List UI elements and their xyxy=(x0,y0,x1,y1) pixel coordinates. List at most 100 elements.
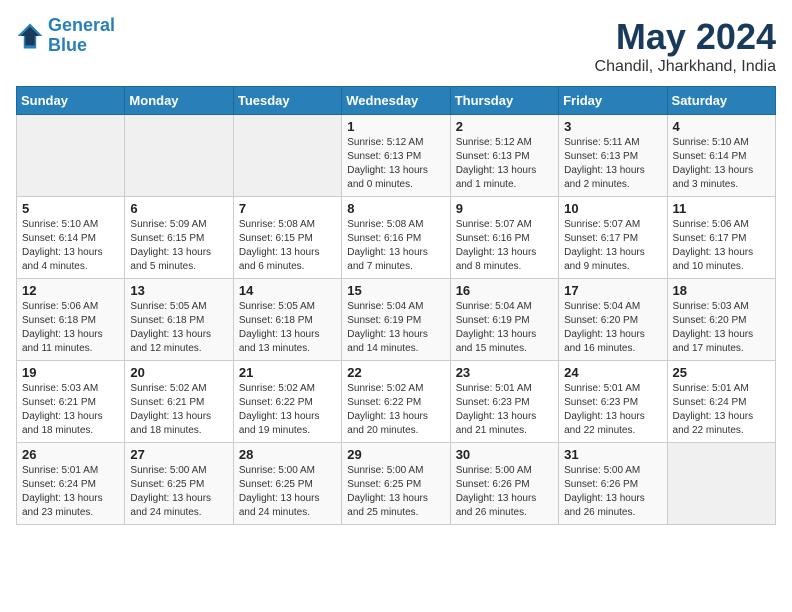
day-number: 22 xyxy=(347,365,444,380)
day-number: 25 xyxy=(673,365,770,380)
weekday-wednesday: Wednesday xyxy=(342,87,450,115)
day-cell: 20 Sunrise: 5:02 AM Sunset: 6:21 PM Dayli… xyxy=(125,361,233,443)
day-info: Sunrise: 5:04 AM Sunset: 6:20 PM Dayligh… xyxy=(564,300,661,356)
day-number: 14 xyxy=(239,283,336,298)
weekday-monday: Monday xyxy=(125,87,233,115)
day-info: Sunrise: 5:02 AM Sunset: 6:22 PM Dayligh… xyxy=(239,382,336,438)
weekday-thursday: Thursday xyxy=(450,87,558,115)
day-number: 27 xyxy=(130,447,227,462)
day-number: 5 xyxy=(22,201,119,216)
day-number: 4 xyxy=(673,119,770,134)
day-info: Sunrise: 5:07 AM Sunset: 6:16 PM Dayligh… xyxy=(456,218,553,274)
logo: General Blue xyxy=(16,16,115,56)
weekday-saturday: Saturday xyxy=(667,87,775,115)
day-number: 19 xyxy=(22,365,119,380)
day-info: Sunrise: 5:07 AM Sunset: 6:17 PM Dayligh… xyxy=(564,218,661,274)
day-cell: 24Sunrise: 5:01 AM Sunset: 6:23 PM Dayli… xyxy=(559,361,667,443)
day-info: Sunrise: 5:11 AM Sunset: 6:13 PM Dayligh… xyxy=(564,136,661,192)
logo-text: General Blue xyxy=(48,16,115,56)
day-info: Sunrise: 5:03 AM Sunset: 6:20 PM Dayligh… xyxy=(673,300,770,356)
day-number: 2 xyxy=(456,119,553,134)
day-cell xyxy=(17,115,125,197)
day-number: 24 xyxy=(564,365,661,380)
logo-line1: General xyxy=(48,15,115,35)
day-info: Sunrise: 5:10 AM Sunset: 6:14 PM Dayligh… xyxy=(673,136,770,192)
day-number: 17 xyxy=(564,283,661,298)
day-info: Sunrise: 5:04 AM Sunset: 6:19 PM Dayligh… xyxy=(347,300,444,356)
day-number: 8 xyxy=(347,201,444,216)
day-cell: 26 Sunrise: 5:01 AM Sunset: 6:24 PM Dayli… xyxy=(17,443,125,525)
day-number: 26 xyxy=(22,447,119,462)
day-number: 1 xyxy=(347,119,444,134)
day-number: 16 xyxy=(456,283,553,298)
day-info: Sunrise: 5:12 AM Sunset: 6:13 PM Dayligh… xyxy=(347,136,444,192)
day-number: 20 xyxy=(130,365,227,380)
day-info: Sunrise: 5:08 AM Sunset: 6:16 PM Dayligh… xyxy=(347,218,444,274)
day-number: 21 xyxy=(239,365,336,380)
title-block: May 2024 Chandil, Jharkhand, India xyxy=(595,16,776,76)
calendar-subtitle: Chandil, Jharkhand, India xyxy=(595,58,776,76)
day-cell: 23Sunrise: 5:01 AM Sunset: 6:23 PM Dayli… xyxy=(450,361,558,443)
day-info: Sunrise: 5:01 AM Sunset: 6:24 PM Dayligh… xyxy=(673,382,770,438)
day-cell: 17 Sunrise: 5:04 AM Sunset: 6:20 PM Dayli… xyxy=(559,279,667,361)
calendar-table: SundayMondayTuesdayWednesdayThursdayFrid… xyxy=(16,86,776,525)
day-cell: 12 Sunrise: 5:06 AM Sunset: 6:18 PM Dayli… xyxy=(17,279,125,361)
day-cell: 18 Sunrise: 5:03 AM Sunset: 6:20 PM Dayli… xyxy=(667,279,775,361)
day-info: Sunrise: 5:03 AM Sunset: 6:21 PM Dayligh… xyxy=(22,382,119,438)
week-row-1: 1 Sunrise: 5:12 AM Sunset: 6:13 PM Daylig… xyxy=(17,115,776,197)
day-cell xyxy=(125,115,233,197)
day-cell: 15 Sunrise: 5:04 AM Sunset: 6:19 PM Dayli… xyxy=(342,279,450,361)
day-number: 28 xyxy=(239,447,336,462)
day-cell: 31 Sunrise: 5:00 AM Sunset: 6:26 PM Dayli… xyxy=(559,443,667,525)
day-number: 10 xyxy=(564,201,661,216)
day-number: 29 xyxy=(347,447,444,462)
calendar-title: May 2024 xyxy=(595,16,776,58)
weekday-sunday: Sunday xyxy=(17,87,125,115)
week-row-4: 19 Sunrise: 5:03 AM Sunset: 6:21 PM Dayli… xyxy=(17,361,776,443)
day-number: 12 xyxy=(22,283,119,298)
day-number: 23 xyxy=(456,365,553,380)
day-cell: 10 Sunrise: 5:07 AM Sunset: 6:17 PM Dayli… xyxy=(559,197,667,279)
week-row-2: 5Sunrise: 5:10 AM Sunset: 6:14 PM Daylig… xyxy=(17,197,776,279)
day-number: 11 xyxy=(673,201,770,216)
day-cell: 30Sunrise: 5:00 AM Sunset: 6:26 PM Dayli… xyxy=(450,443,558,525)
logo-line2: Blue xyxy=(48,35,87,55)
day-number: 3 xyxy=(564,119,661,134)
day-info: Sunrise: 5:00 AM Sunset: 6:26 PM Dayligh… xyxy=(564,464,661,520)
day-info: Sunrise: 5:08 AM Sunset: 6:15 PM Dayligh… xyxy=(239,218,336,274)
page-header: General Blue May 2024 Chandil, Jharkhand… xyxy=(16,16,776,76)
day-cell: 9Sunrise: 5:07 AM Sunset: 6:16 PM Daylig… xyxy=(450,197,558,279)
day-number: 13 xyxy=(130,283,227,298)
day-number: 31 xyxy=(564,447,661,462)
day-cell: 21 Sunrise: 5:02 AM Sunset: 6:22 PM Dayli… xyxy=(233,361,341,443)
day-cell: 6 Sunrise: 5:09 AM Sunset: 6:15 PM Daylig… xyxy=(125,197,233,279)
day-cell: 22Sunrise: 5:02 AM Sunset: 6:22 PM Dayli… xyxy=(342,361,450,443)
week-row-3: 12 Sunrise: 5:06 AM Sunset: 6:18 PM Dayli… xyxy=(17,279,776,361)
weekday-header-row: SundayMondayTuesdayWednesdayThursdayFrid… xyxy=(17,87,776,115)
day-number: 6 xyxy=(130,201,227,216)
day-cell: 8 Sunrise: 5:08 AM Sunset: 6:16 PM Daylig… xyxy=(342,197,450,279)
logo-icon xyxy=(16,22,44,50)
day-info: Sunrise: 5:09 AM Sunset: 6:15 PM Dayligh… xyxy=(130,218,227,274)
day-number: 18 xyxy=(673,283,770,298)
day-cell: 1 Sunrise: 5:12 AM Sunset: 6:13 PM Daylig… xyxy=(342,115,450,197)
day-cell xyxy=(667,443,775,525)
day-number: 7 xyxy=(239,201,336,216)
day-cell: 2Sunrise: 5:12 AM Sunset: 6:13 PM Daylig… xyxy=(450,115,558,197)
day-cell: 14 Sunrise: 5:05 AM Sunset: 6:18 PM Dayli… xyxy=(233,279,341,361)
day-number: 30 xyxy=(456,447,553,462)
day-info: Sunrise: 5:05 AM Sunset: 6:18 PM Dayligh… xyxy=(239,300,336,356)
day-info: Sunrise: 5:05 AM Sunset: 6:18 PM Dayligh… xyxy=(130,300,227,356)
day-info: Sunrise: 5:04 AM Sunset: 6:19 PM Dayligh… xyxy=(456,300,553,356)
day-info: Sunrise: 5:02 AM Sunset: 6:21 PM Dayligh… xyxy=(130,382,227,438)
day-info: Sunrise: 5:01 AM Sunset: 6:24 PM Dayligh… xyxy=(22,464,119,520)
day-info: Sunrise: 5:06 AM Sunset: 6:18 PM Dayligh… xyxy=(22,300,119,356)
day-info: Sunrise: 5:00 AM Sunset: 6:25 PM Dayligh… xyxy=(347,464,444,520)
day-number: 15 xyxy=(347,283,444,298)
day-cell: 7 Sunrise: 5:08 AM Sunset: 6:15 PM Daylig… xyxy=(233,197,341,279)
day-cell xyxy=(233,115,341,197)
day-info: Sunrise: 5:00 AM Sunset: 6:25 PM Dayligh… xyxy=(130,464,227,520)
day-cell: 16 Sunrise: 5:04 AM Sunset: 6:19 PM Dayli… xyxy=(450,279,558,361)
weekday-friday: Friday xyxy=(559,87,667,115)
day-cell: 19 Sunrise: 5:03 AM Sunset: 6:21 PM Dayli… xyxy=(17,361,125,443)
